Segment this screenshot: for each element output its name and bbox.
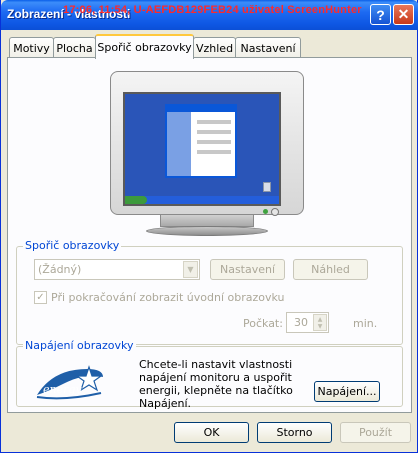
power-group: Napájení obrazovky energy Chcete-li nast… xyxy=(16,339,403,410)
tab-label: Nastavení xyxy=(240,41,296,55)
preview-taskbar xyxy=(125,196,279,204)
recycle-bin-icon xyxy=(263,182,271,192)
power-description: Chcete-li nastavit vlastnosti napájení m… xyxy=(139,358,293,410)
resume-checkbox[interactable]: ✓ xyxy=(34,291,47,304)
energy-star-icon: energy xyxy=(36,365,103,400)
wait-minutes-spinner[interactable]: 30 ▲ ▼ xyxy=(286,312,329,333)
tab-motivy[interactable]: Motivy xyxy=(9,37,54,58)
screensaver-select[interactable]: (Žádný) ▼ xyxy=(34,259,200,280)
chevron-down-icon: ▼ xyxy=(183,261,198,278)
tab-panel: Spořič obrazovky (Žádný) ▼ Nastavení Náh… xyxy=(7,57,412,413)
power-led-icon xyxy=(263,209,268,214)
close-button[interactable]: ✕ xyxy=(393,4,414,25)
tab-label: Motivy xyxy=(13,41,50,55)
monitor-base xyxy=(146,226,268,236)
screensaver-select-value: (Žádný) xyxy=(38,263,82,276)
power-group-label: Napájení obrazovky xyxy=(23,339,136,352)
tab-label: Spořič obrazovky xyxy=(97,41,192,54)
tab-label: Plocha xyxy=(56,41,93,55)
title-bar[interactable]: Zobrazení - vlastnosti 17:06, 11:54, U-A… xyxy=(1,0,418,30)
energy-logo-text: energy xyxy=(43,383,82,396)
apply-button[interactable]: Použít xyxy=(340,422,411,443)
wait-minutes-value: 30 xyxy=(294,316,308,329)
help-button[interactable]: ? xyxy=(370,4,391,25)
preview-window xyxy=(165,104,237,178)
resume-checkbox-row[interactable]: ✓ Při pokračování zobrazit úvodní obrazo… xyxy=(34,291,285,304)
screensaver-settings-button[interactable]: Nastavení xyxy=(210,259,285,280)
tab-vzhled[interactable]: Vzhled xyxy=(193,37,236,58)
display-properties-window: Zobrazení - vlastnosti 17:06, 11:54, U-A… xyxy=(0,0,418,453)
screenshot-overlay-text: 17:06, 11:54, U-AEFDB129FEB24 uživatel S… xyxy=(63,4,362,16)
tab-nastaveni[interactable]: Nastavení xyxy=(235,37,301,58)
wait-unit-label: min. xyxy=(353,317,378,330)
cancel-button[interactable]: Storno xyxy=(257,422,332,443)
start-button-icon xyxy=(125,196,147,204)
wait-label: Počkat: xyxy=(243,317,283,330)
tab-screensaver[interactable]: Spořič obrazovky xyxy=(95,34,194,59)
close-icon: ✕ xyxy=(397,6,410,22)
power-button[interactable]: Napájení... xyxy=(314,381,380,402)
resume-checkbox-label: Při pokračování zobrazit úvodní obrazovk… xyxy=(51,291,285,304)
monitor-bezel xyxy=(110,71,304,216)
screensaver-preview-button[interactable]: Náhled xyxy=(293,259,368,280)
help-icon: ? xyxy=(376,6,385,23)
tab-label: Vzhled xyxy=(195,41,234,55)
ok-button[interactable]: OK xyxy=(174,422,249,443)
screensaver-group: Spořič obrazovky (Žádný) ▼ Nastavení Náh… xyxy=(16,239,403,345)
monitor-screen xyxy=(123,92,281,206)
monitor-power-icon xyxy=(271,208,279,216)
tab-plocha[interactable]: Plocha xyxy=(53,37,96,58)
spinner-arrows-icon[interactable]: ▲ ▼ xyxy=(313,314,327,331)
monitor-preview xyxy=(110,71,304,238)
screensaver-group-label: Spořič obrazovky xyxy=(23,239,122,252)
